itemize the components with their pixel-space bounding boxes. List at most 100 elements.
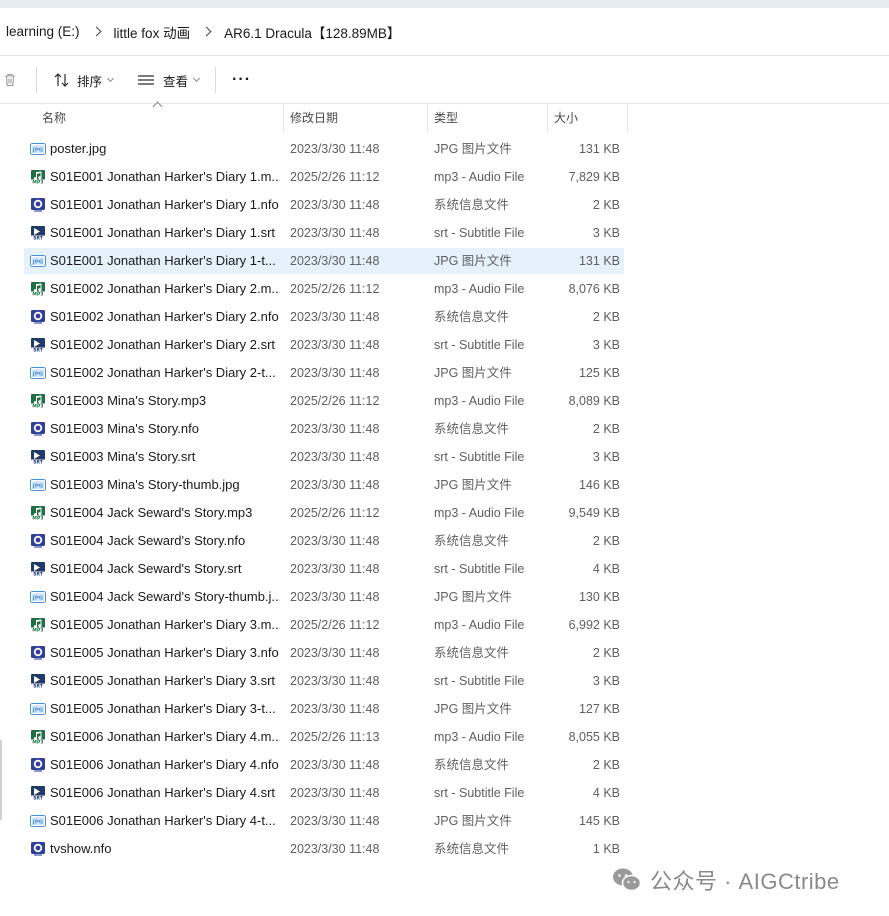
file-row[interactable]: MP3S01E001 Jonathan Harker's Diary 1.m..… <box>24 164 624 190</box>
chevron-right-icon[interactable] <box>86 8 108 56</box>
file-name: S01E006 Jonathan Harker's Diary 4.m... <box>50 724 280 750</box>
file-type: srt - Subtitle File <box>434 444 524 470</box>
file-row[interactable]: JPGS01E002 Jonathan Harker's Diary 2-t..… <box>24 360 624 386</box>
jpg-file-icon: JPG <box>30 701 46 717</box>
file-type: srt - Subtitle File <box>434 332 524 358</box>
file-row[interactable]: SRTS01E003 Mina's Story.srt2023/3/30 11:… <box>24 444 624 470</box>
file-name: S01E005 Jonathan Harker's Diary 3.m... <box>50 612 280 638</box>
jpg-file-icon: JPG <box>30 589 46 605</box>
file-name: S01E004 Jack Seward's Story.mp3 <box>50 500 280 526</box>
file-row[interactable]: JPG S01E005 Jonathan Harker's Diary 3-t..… <box>24 696 624 722</box>
file-date: 2023/3/30 11:48 <box>290 640 379 666</box>
breadcrumb[interactable]: learning (E:) little fox 动画 AR6.1 Dracul… <box>0 8 889 56</box>
file-row[interactable]: JPGposter.jpg2023/3/30 11:48JPG 图片文件131 … <box>24 136 624 162</box>
column-header-date[interactable]: 修改日期 <box>284 104 428 132</box>
file-row[interactable]: tvshow.nfo2023/3/30 11:48系统信息文件1 KB <box>24 836 624 862</box>
file-name: S01E006 Jonathan Harker's Diary 4.srt <box>50 780 280 806</box>
file-date: 2025/2/26 11:12 <box>290 276 379 302</box>
file-date: 2023/3/30 11:48 <box>290 780 379 806</box>
file-type: JPG 图片文件 <box>434 584 512 610</box>
sort-button[interactable]: 排序 <box>45 64 121 96</box>
nfo-file-icon <box>30 533 46 549</box>
file-row[interactable]: MP3S01E004 Jack Seward's Story.mp3 2025/2… <box>24 500 624 526</box>
file-row[interactable]: MP3S01E005 Jonathan Harker's Diary 3.m..… <box>24 612 624 638</box>
more-options-button[interactable]: ··· <box>224 64 259 96</box>
svg-text:MP3: MP3 <box>32 180 43 186</box>
mp3-file-icon: MP3 <box>30 281 46 297</box>
file-row[interactable]: MP3S01E002 Jonathan Harker's Diary 2.m..… <box>24 276 624 302</box>
file-type: 系统信息文件 <box>434 640 509 666</box>
file-size: 8,089 KB <box>569 388 620 414</box>
svg-text:JPG: JPG <box>32 707 44 713</box>
column-header-name[interactable]: 名称 <box>36 104 284 132</box>
chevron-right-icon[interactable] <box>196 8 218 56</box>
command-toolbar: 排序 查看 ··· <box>0 57 889 104</box>
breadcrumb-item-folder[interactable]: little fox 动画 <box>108 22 197 42</box>
file-row[interactable]: S01E004 Jack Seward's Story.nfo2023/3/30… <box>24 528 624 554</box>
nfo-file-icon <box>30 645 46 661</box>
file-size: 8,055 KB <box>569 724 620 750</box>
view-button[interactable]: 查看 <box>129 64 207 96</box>
file-type: srt - Subtitle File <box>434 780 524 806</box>
more-icon: ··· <box>232 71 251 89</box>
nfo-file-icon <box>30 197 46 213</box>
file-row[interactable]: S01E006 Jonathan Harker's Diary 4.nfo202… <box>24 752 624 778</box>
wechat-icon <box>612 867 642 893</box>
file-type: mp3 - Audio File <box>434 388 524 414</box>
file-name: S01E005 Jonathan Harker's Diary 3.nfo <box>50 640 280 666</box>
file-type: 系统信息文件 <box>434 528 509 554</box>
file-name: S01E001 Jonathan Harker's Diary 1-t... <box>50 248 280 274</box>
column-header-type[interactable]: 类型 <box>428 104 548 132</box>
file-row[interactable]: S01E001 Jonathan Harker's Diary 1.nfo202… <box>24 192 624 218</box>
delete-button[interactable] <box>0 64 26 96</box>
file-row[interactable]: SRTS01E001 Jonathan Harker's Diary 1.srt… <box>24 220 624 246</box>
nfo-file-icon <box>30 309 46 325</box>
file-type: srt - Subtitle File <box>434 668 524 694</box>
column-header-size[interactable]: 大小 <box>548 104 628 132</box>
file-name: S01E001 Jonathan Harker's Diary 1.nfo <box>50 192 280 218</box>
file-row[interactable]: MP3 S01E006 Jonathan Harker's Diary 4.m..… <box>24 724 624 750</box>
file-size: 3 KB <box>593 332 620 358</box>
srt-file-icon: SRT <box>30 785 46 801</box>
file-name: tvshow.nfo <box>50 836 280 862</box>
file-date: 2025/2/26 11:12 <box>290 164 379 190</box>
file-row[interactable]: MP3S01E003 Mina's Story.mp32025/2/26 11:… <box>24 388 624 414</box>
file-size: 146 KB <box>579 472 620 498</box>
file-row[interactable]: JPGS01E004 Jack Seward's Story-thumb.j..… <box>24 584 624 610</box>
file-size: 3 KB <box>593 220 620 246</box>
file-row[interactable]: SRTS01E004 Jack Seward's Story.srt2023/3… <box>24 556 624 582</box>
file-date: 2023/3/30 11:48 <box>290 752 379 778</box>
svg-text:JPG: JPG <box>32 819 44 825</box>
file-row[interactable]: JPGS01E006 Jonathan Harker's Diary 4-t..… <box>24 808 624 834</box>
file-size: 2 KB <box>593 752 620 778</box>
file-row[interactable]: JPGS01E001 Jonathan Harker's Diary 1-t..… <box>24 248 624 274</box>
svg-text:MP3: MP3 <box>32 740 43 746</box>
file-row[interactable]: S01E003 Mina's Story.nfo2023/3/30 11:48系… <box>24 416 624 442</box>
file-row[interactable]: SRTS01E006 Jonathan Harker's Diary 4.srt… <box>24 780 624 806</box>
file-name: S01E005 Jonathan Harker's Diary 3.srt <box>50 668 280 694</box>
breadcrumb-item-drive[interactable]: learning (E:) <box>0 24 86 39</box>
file-size: 131 KB <box>579 248 620 274</box>
file-size: 1 KB <box>593 836 620 862</box>
sort-icon <box>53 72 71 88</box>
breadcrumb-item-current[interactable]: AR6.1 Dracula【128.89MB】 <box>218 22 406 42</box>
file-date: 2023/3/30 11:48 <box>290 696 379 722</box>
file-row[interactable]: SRTS01E002 Jonathan Harker's Diary 2.srt… <box>24 332 624 358</box>
file-name: S01E005 Jonathan Harker's Diary 3-t... <box>50 696 280 722</box>
srt-file-icon: SRT <box>30 449 46 465</box>
file-type: JPG 图片文件 <box>434 248 512 274</box>
srt-file-icon: SRT <box>30 561 46 577</box>
file-type: JPG 图片文件 <box>434 808 512 834</box>
srt-file-icon: SRT <box>30 225 46 241</box>
file-row[interactable]: SRTS01E005 Jonathan Harker's Diary 3.srt… <box>24 668 624 694</box>
nfo-file-icon <box>30 757 46 773</box>
file-row[interactable]: S01E005 Jonathan Harker's Diary 3.nfo 202… <box>24 640 624 666</box>
file-date: 2025/2/26 11:12 <box>290 500 379 526</box>
file-row[interactable]: S01E002 Jonathan Harker's Diary 2.nfo202… <box>24 304 624 330</box>
jpg-file-icon: JPG <box>30 477 46 493</box>
file-row[interactable]: JPGS01E003 Mina's Story-thumb.jpg2023/3/… <box>24 472 624 498</box>
file-size: 145 KB <box>579 808 620 834</box>
mp3-file-icon: MP3 <box>30 505 46 521</box>
svg-text:MP3: MP3 <box>32 292 43 298</box>
file-date: 2023/3/30 11:48 <box>290 360 379 386</box>
